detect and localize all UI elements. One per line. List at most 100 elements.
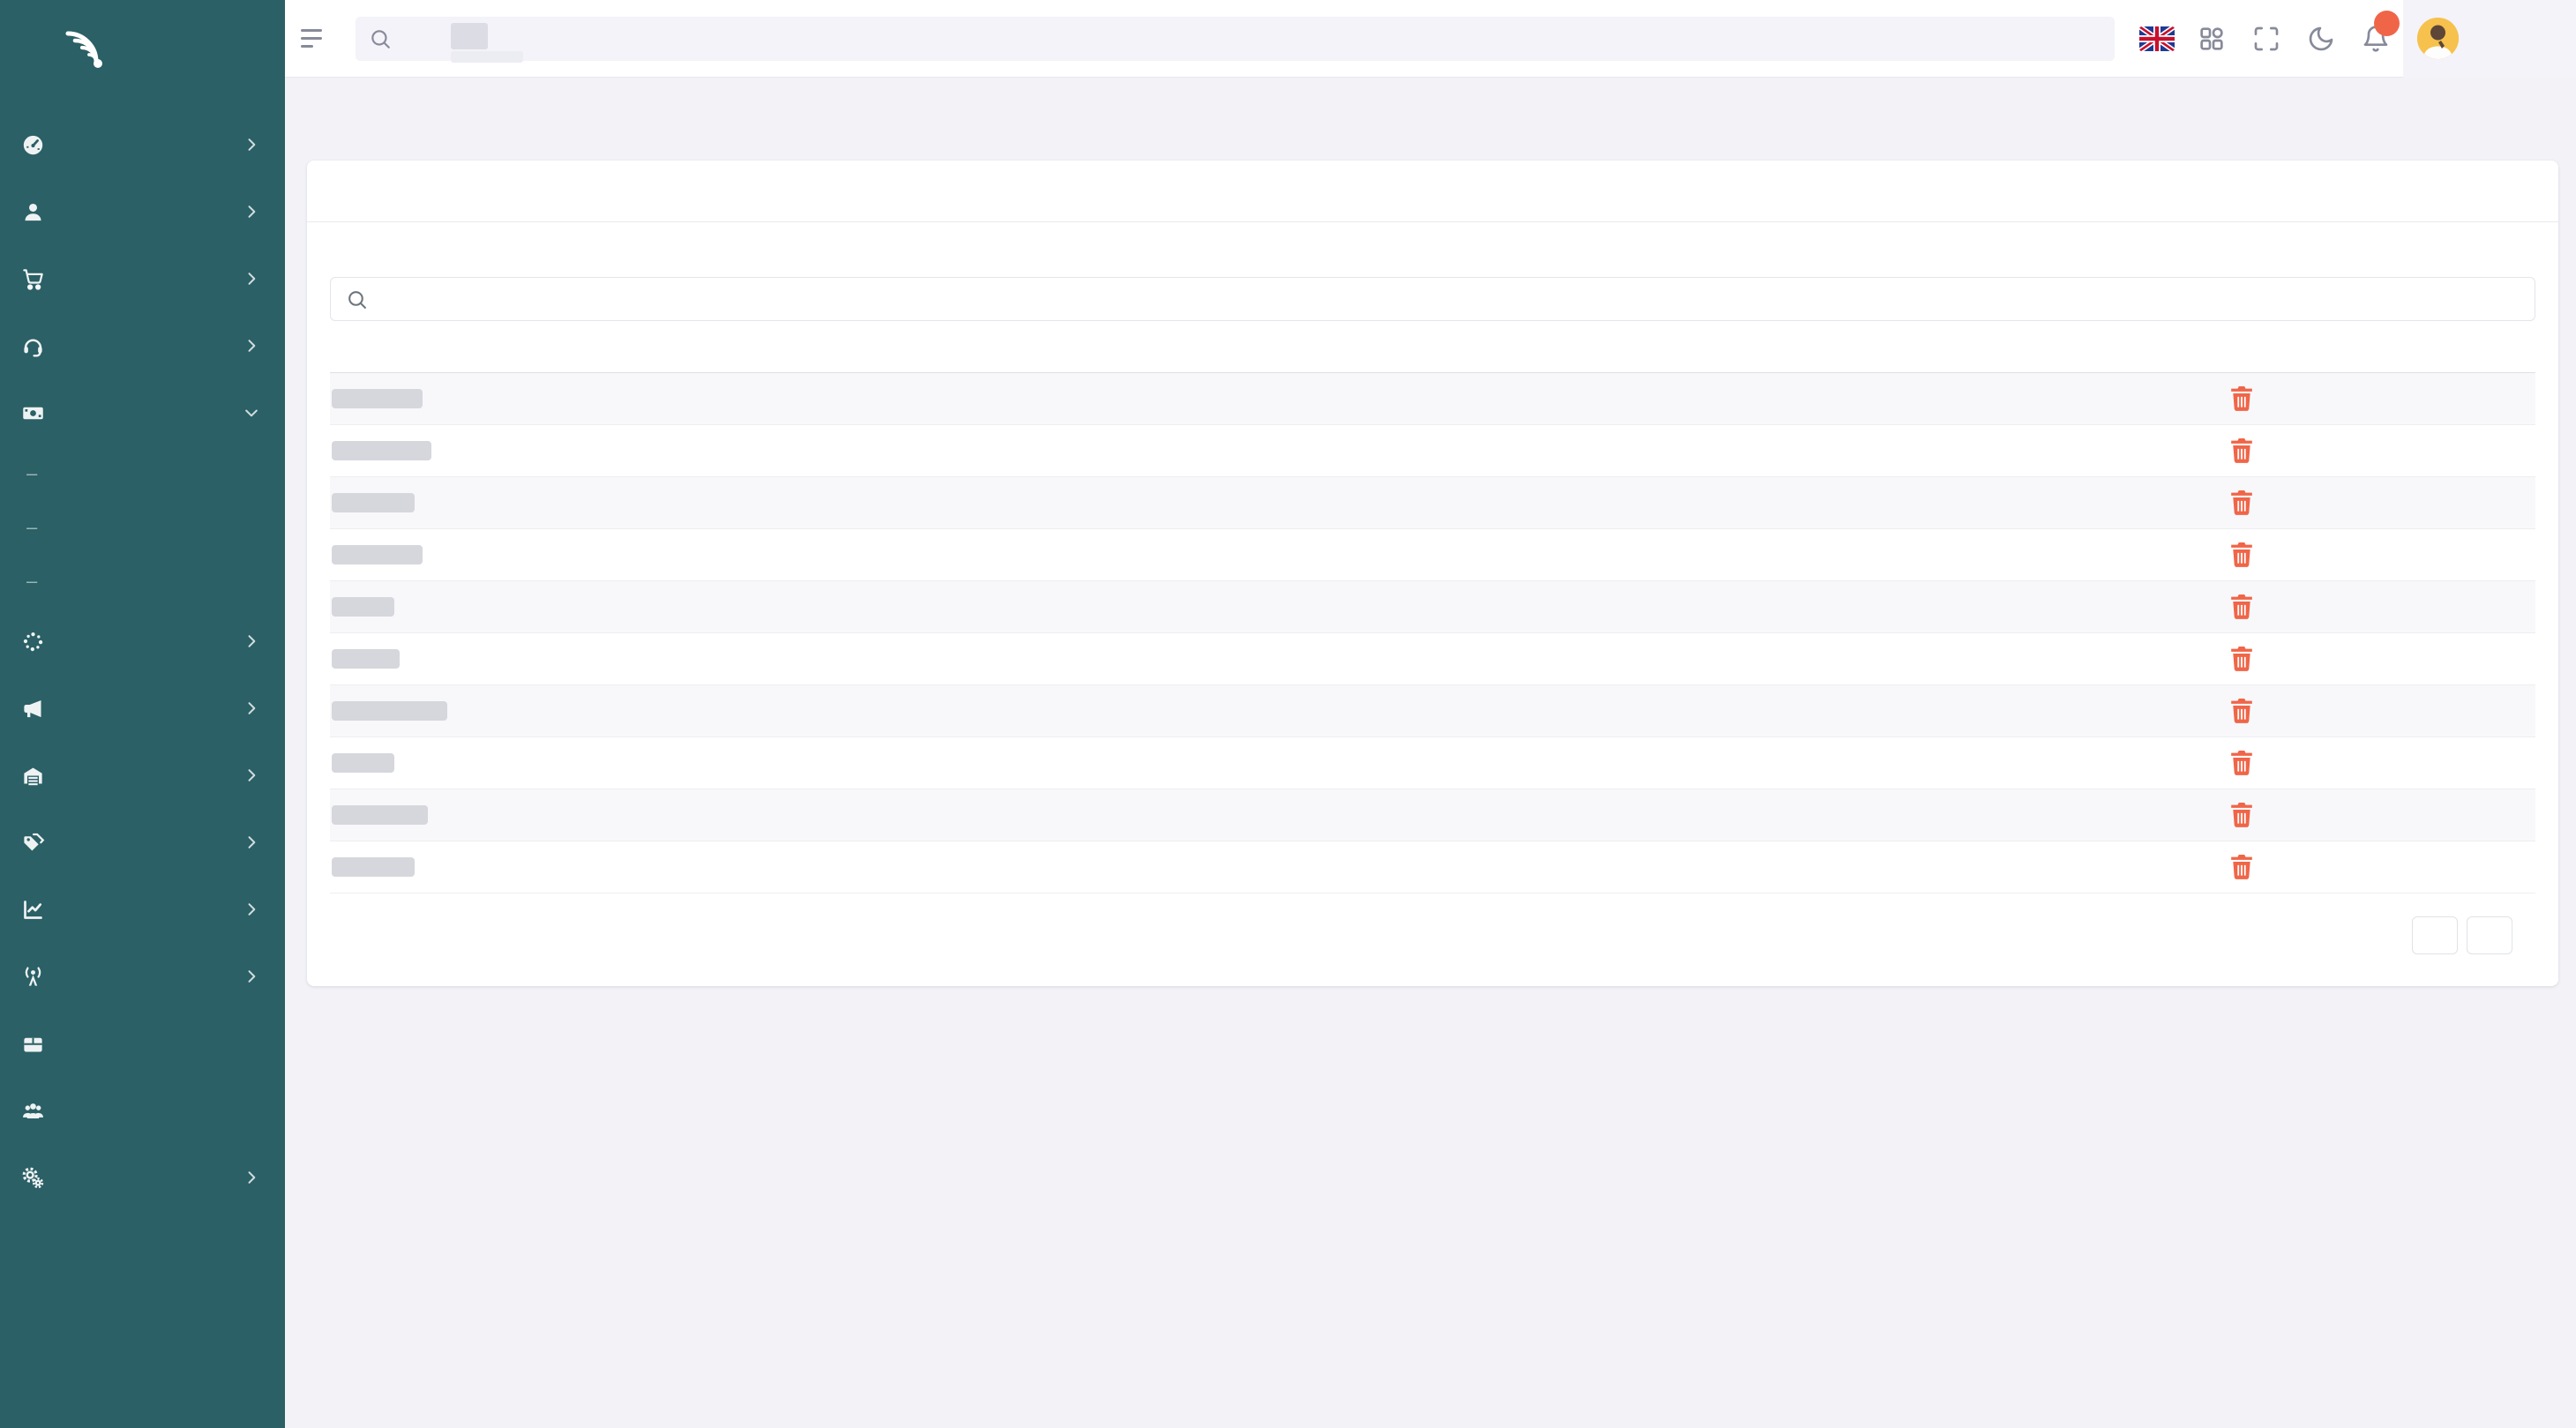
sidebar-nav: ––– [0, 111, 285, 1211]
cell-issuer [908, 685, 1283, 737]
chevron-right-icon [243, 136, 260, 153]
col-added [1547, 348, 1905, 373]
cell-issuer [908, 633, 1283, 685]
cell-default [1905, 529, 2227, 581]
sidebar-subitem-outstanding-invoices[interactable]: – [0, 446, 285, 500]
cell-default [1905, 477, 2227, 529]
delete-button[interactable] [2228, 645, 2255, 674]
box-icon [21, 1032, 58, 1056]
sidebar-item-services[interactable] [0, 245, 285, 312]
sidebar-item-users-roles[interactable] [0, 1077, 285, 1144]
dash-icon: – [26, 570, 53, 593]
delete-button[interactable] [2228, 489, 2255, 518]
chevron-right-icon [243, 901, 260, 918]
topbar-actions [2130, 0, 2576, 77]
cell-added [1547, 373, 1905, 425]
sidebar-item-cell-broadcast[interactable] [0, 943, 285, 1010]
sidebar-item-products-plans[interactable] [0, 809, 285, 876]
cell-default [1905, 841, 2227, 893]
sidebar-item-billing[interactable] [0, 379, 285, 446]
avatar [2417, 18, 2459, 59]
moon-icon [2307, 25, 2335, 53]
redacted-nickname [332, 701, 447, 721]
cell-added [1547, 685, 1905, 737]
banknote-icon [21, 401, 58, 425]
cell-added [1547, 477, 1905, 529]
fullscreen-button[interactable] [2239, 0, 2294, 78]
sidebar-item-customers[interactable] [0, 178, 285, 245]
hamburger-menu-icon[interactable] [301, 19, 341, 59]
topbar [285, 0, 2576, 78]
sidebar-item-communications[interactable] [0, 675, 285, 742]
chevron-right-icon [243, 203, 260, 221]
apps-grid-button[interactable] [2184, 0, 2239, 78]
sidebar-item-provisioning[interactable] [0, 608, 285, 675]
fullscreen-icon [2252, 25, 2280, 53]
sidebar-item-batch-processes[interactable] [0, 1144, 285, 1211]
delete-button[interactable] [2228, 437, 2255, 466]
cell-customer-id [789, 477, 908, 529]
cell-expiry [1283, 685, 1547, 737]
user-menu[interactable] [2403, 0, 2576, 78]
table-row [330, 633, 2535, 685]
brand-logo[interactable] [0, 0, 285, 72]
table-search-input[interactable] [381, 288, 2520, 310]
col-issuer [908, 348, 1283, 373]
delete-button[interactable] [2228, 697, 2255, 726]
cell-issuer [908, 581, 1283, 633]
table-row [330, 841, 2535, 893]
trash-icon [2230, 699, 2253, 724]
cell-default [1905, 789, 2227, 841]
cell-default [1905, 581, 2227, 633]
cell-default [1905, 373, 2227, 425]
cell-added [1547, 633, 1905, 685]
cell-expiry [1283, 529, 1547, 581]
table-body [330, 373, 2535, 893]
trash-icon [2230, 438, 2253, 464]
next-page-button[interactable] [2467, 916, 2512, 954]
table-row [330, 529, 2535, 581]
delete-button[interactable] [2228, 385, 2255, 414]
cell-expiry [1283, 425, 1547, 477]
notifications-button[interactable] [2348, 0, 2403, 78]
dashboard-icon [21, 133, 58, 157]
sidebar-item-reporting-analytics[interactable] [0, 876, 285, 943]
sidebar-item-inventory[interactable] [0, 742, 285, 809]
uk-flag-icon [2139, 26, 2175, 51]
trash-icon [2230, 751, 2253, 776]
cell-customer-id [789, 581, 908, 633]
gears-icon [21, 1166, 58, 1190]
dark-mode-button[interactable] [2294, 0, 2348, 78]
sidebar-item-dashboards[interactable] [0, 111, 285, 178]
sidebar-item-support[interactable] [0, 312, 285, 379]
payment-methods-card [307, 161, 2558, 986]
sidebar-subitem-expring-credit-cards[interactable]: – [0, 554, 285, 608]
search-icon [369, 27, 392, 50]
sidebar-subitem-recent-transactions[interactable]: – [0, 500, 285, 554]
global-search-input[interactable] [402, 28, 2101, 49]
delete-button[interactable] [2228, 541, 2255, 570]
headset-icon [21, 334, 58, 358]
trash-icon [2230, 594, 2253, 620]
trash-icon [2230, 647, 2253, 672]
spinner-dots-icon [21, 630, 58, 654]
delete-button[interactable] [2228, 749, 2255, 778]
sidebar: ––– [0, 0, 285, 1428]
previous-page-button[interactable] [2412, 916, 2458, 954]
sidebar-item-product-management[interactable] [0, 1010, 285, 1077]
language-flag-button[interactable] [2130, 0, 2184, 78]
redacted-nickname [332, 649, 400, 669]
cell-default [1905, 737, 2227, 789]
megaphone-icon [21, 697, 58, 721]
cell-added [1547, 529, 1905, 581]
redacted-nickname [332, 389, 423, 408]
delete-button[interactable] [2228, 801, 2255, 830]
col-customer-id [789, 348, 908, 373]
delete-button[interactable] [2228, 853, 2255, 882]
delete-button[interactable] [2228, 593, 2255, 622]
cell-issuer [908, 789, 1283, 841]
chevron-right-icon [243, 766, 260, 784]
apps-grid-icon [2198, 25, 2226, 53]
cell-expiry [1283, 373, 1547, 425]
cell-customer-id [789, 373, 908, 425]
